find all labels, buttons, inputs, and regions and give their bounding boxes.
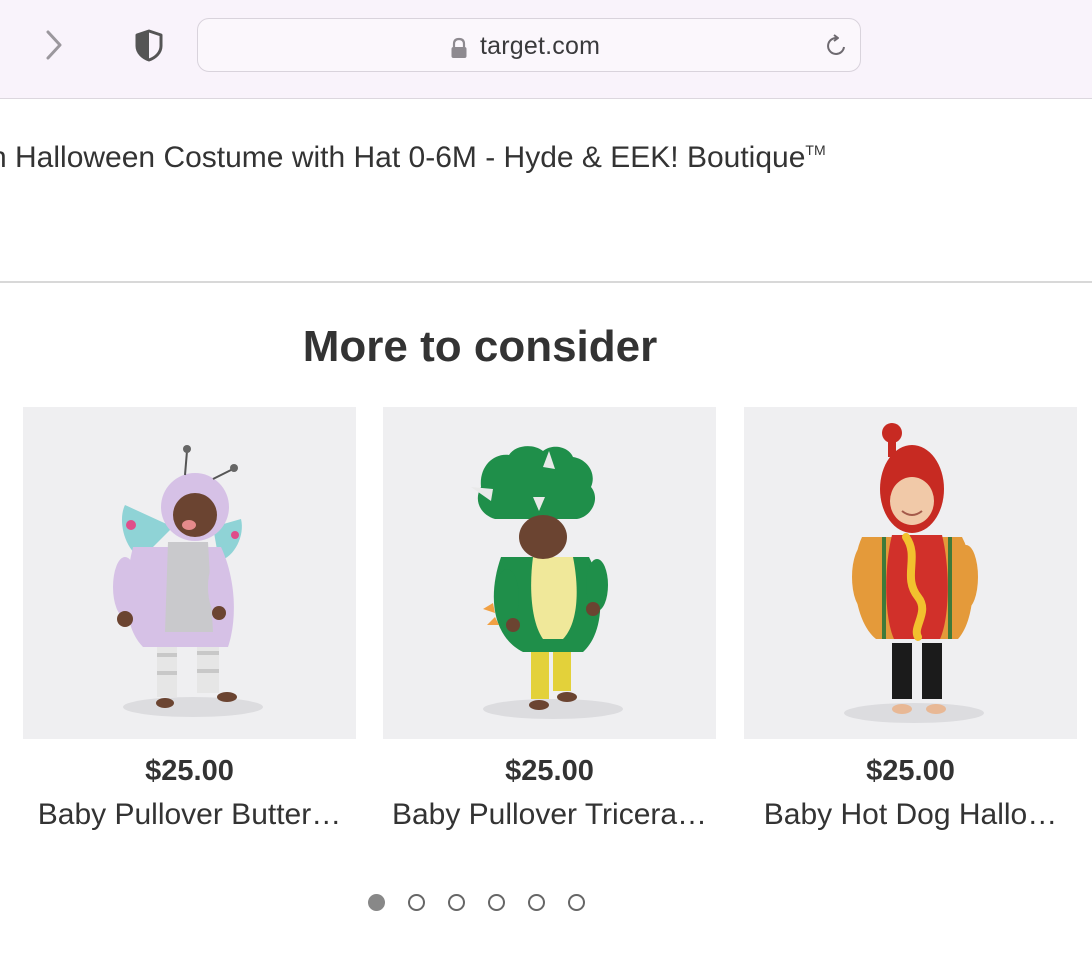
product-image[interactable] xyxy=(744,407,1077,739)
reload-icon[interactable] xyxy=(824,33,850,59)
product-price: $25.00 xyxy=(866,755,955,787)
product-card[interactable]: $25.00 Baby Pullover Butter… xyxy=(23,407,356,832)
product-price: $25.00 xyxy=(505,755,594,787)
carousel-dot[interactable] xyxy=(448,894,465,911)
product-image[interactable] xyxy=(23,407,356,739)
carousel-dot[interactable] xyxy=(368,894,385,911)
carousel-dot[interactable] xyxy=(568,894,585,911)
url-text: target.com xyxy=(480,32,601,60)
product-title-text: n Halloween Costume with Hat 0-6M - Hyde… xyxy=(0,141,806,174)
chevron-right-icon xyxy=(46,30,62,60)
forward-button[interactable] xyxy=(36,26,74,64)
product-title-section: n Halloween Costume with Hat 0-6M - Hyde… xyxy=(0,99,1092,283)
butterfly-costume-image xyxy=(113,445,263,717)
carousel-dot[interactable] xyxy=(528,894,545,911)
trademark-symbol: TM xyxy=(805,142,826,158)
lock-icon xyxy=(451,37,467,58)
product-price: $25.00 xyxy=(145,755,234,787)
product-name[interactable]: Baby Hot Dog Hallo… xyxy=(744,798,1077,832)
product-card[interactable]: $25.00 Baby Pullover Tricera… xyxy=(383,407,716,832)
hot-dog-costume-image xyxy=(844,423,984,723)
product-card[interactable]: $25.00 Baby Hot Dog Hallo… xyxy=(744,407,1077,832)
product-image[interactable] xyxy=(383,407,716,739)
section-heading: More to consider xyxy=(302,322,658,371)
browser-toolbar: target.com xyxy=(0,0,1092,99)
shield-icon xyxy=(135,29,163,62)
carousel-dot[interactable] xyxy=(488,894,505,911)
privacy-report-button[interactable] xyxy=(130,26,168,64)
carousel-dot[interactable] xyxy=(408,894,425,911)
product-name[interactable]: Baby Pullover Tricera… xyxy=(383,798,716,832)
address-bar[interactable]: target.com xyxy=(197,18,861,72)
product-title: n Halloween Costume with Hat 0-6M - Hyde… xyxy=(0,141,826,175)
product-name[interactable]: Baby Pullover Butter… xyxy=(23,798,356,832)
triceratops-costume-image xyxy=(471,446,623,719)
